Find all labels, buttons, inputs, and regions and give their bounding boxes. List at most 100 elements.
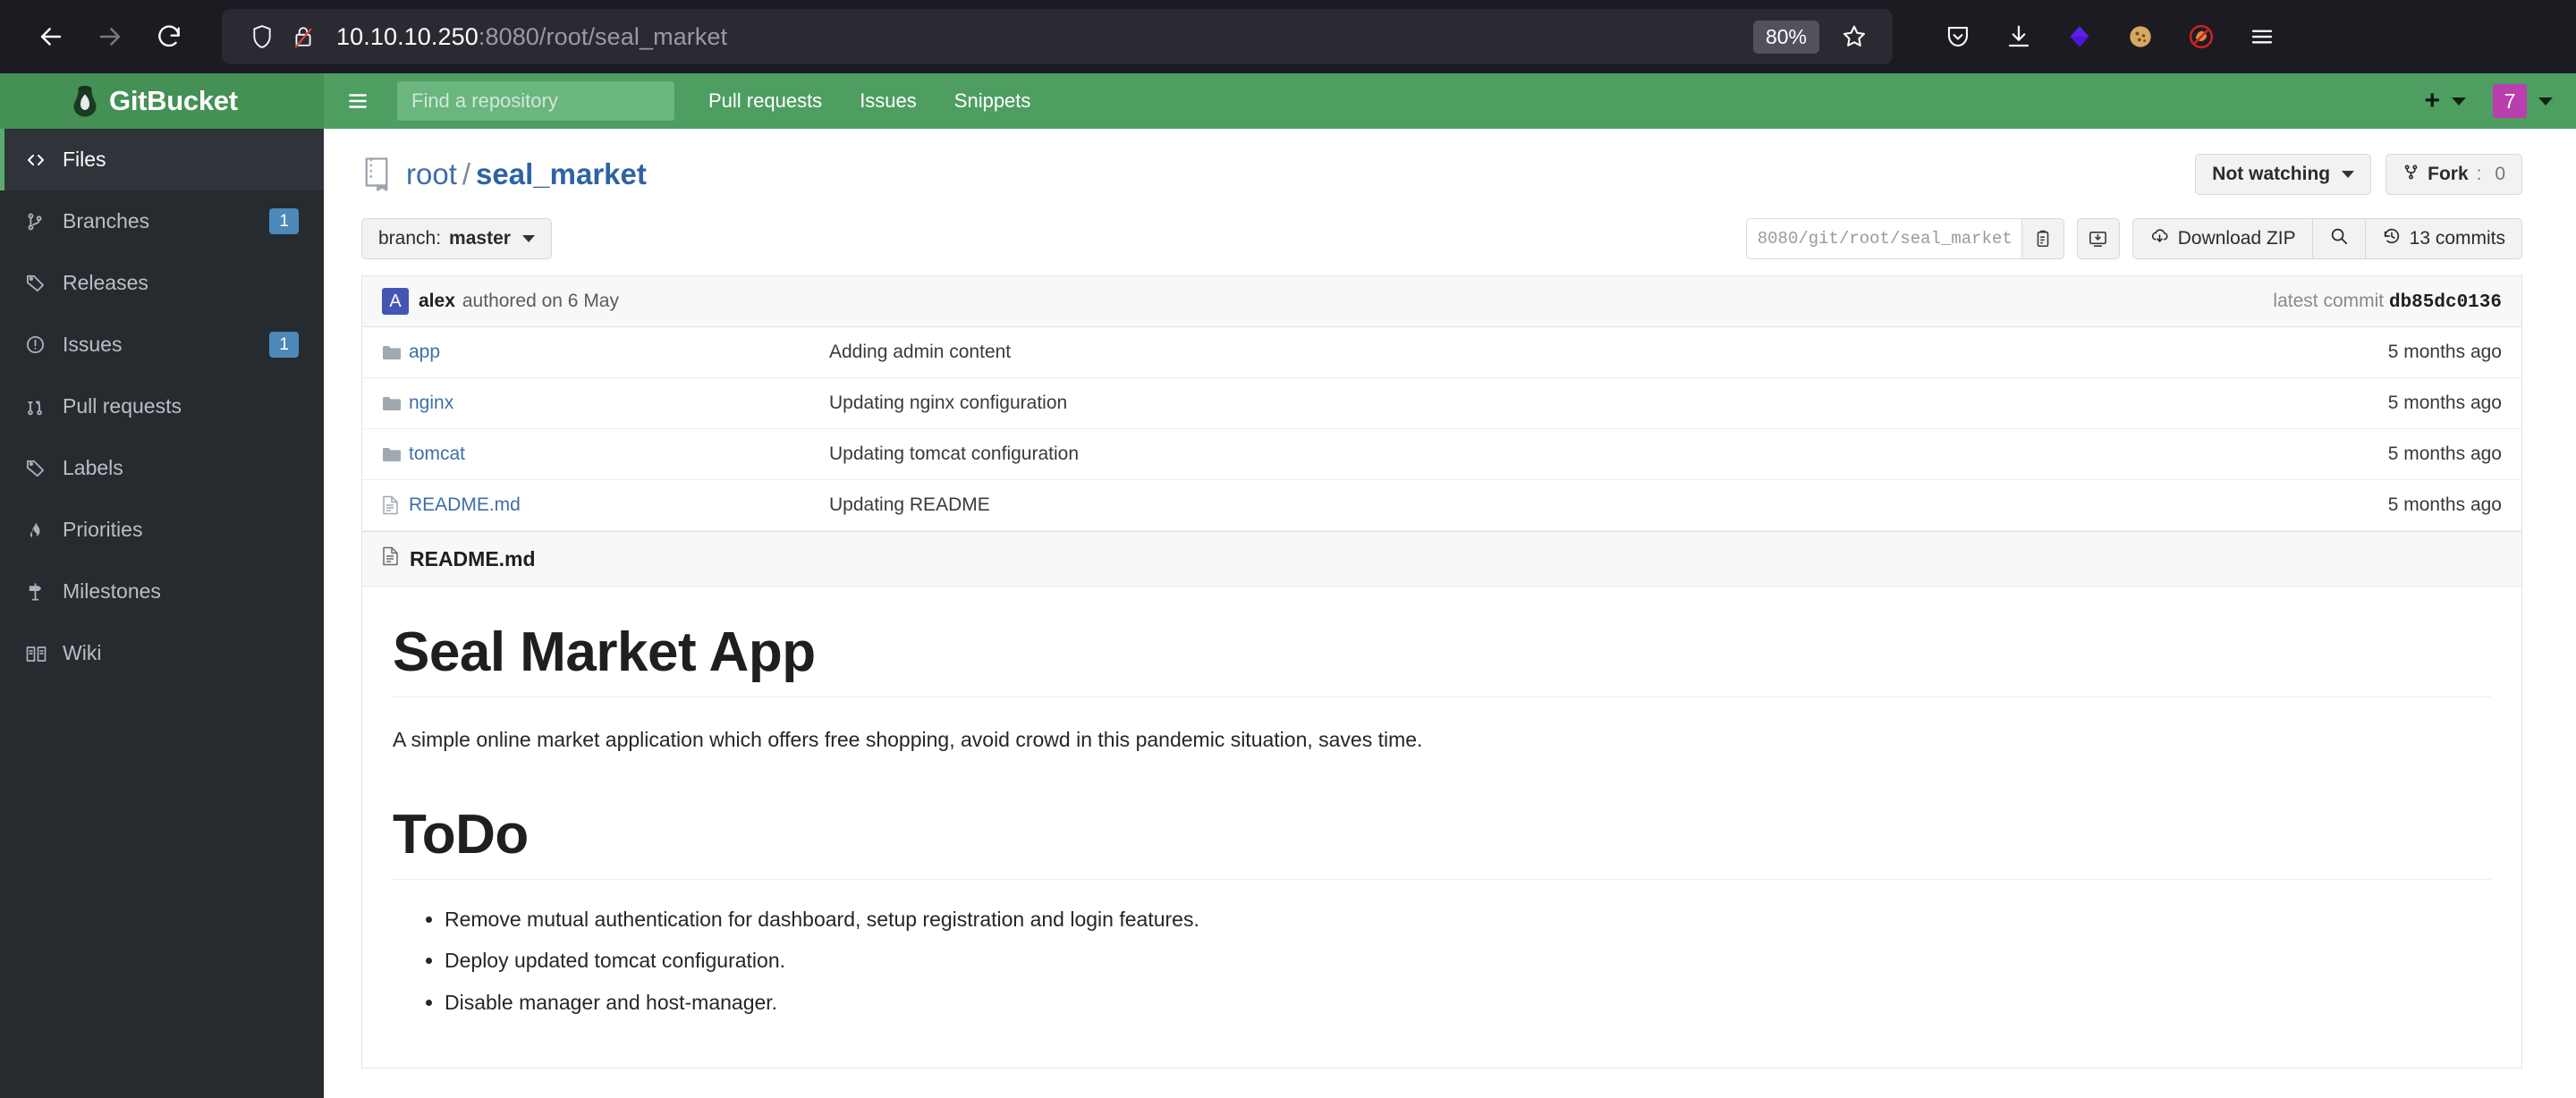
readme-heading-2: ToDo bbox=[393, 803, 2491, 880]
sidebar-item-milestones[interactable]: Milestones bbox=[0, 561, 324, 622]
repo-toolbar-group: Download ZIP 13 commits bbox=[2131, 218, 2522, 259]
sidebar-item-label: Files bbox=[63, 148, 106, 171]
shield-icon[interactable] bbox=[242, 16, 283, 57]
zoom-level-badge[interactable]: 80% bbox=[1752, 20, 1819, 54]
file-name-link[interactable]: tomcat bbox=[409, 443, 829, 465]
download-zip-button[interactable]: Download ZIP bbox=[2131, 218, 2312, 259]
repository-header: root / seal_market Not watching Fork: 0 bbox=[361, 129, 2522, 213]
branch-selector[interactable]: branch: master bbox=[361, 218, 552, 259]
file-name-link[interactable]: nginx bbox=[409, 393, 829, 414]
downloads-icon[interactable] bbox=[1993, 11, 2045, 63]
folder-icon bbox=[382, 344, 409, 361]
sidebar-item-releases[interactable]: Releases bbox=[0, 252, 324, 314]
address-bar[interactable]: 10.10.10.250:8080/root/seal_market 80% bbox=[222, 9, 1893, 64]
commit-time: 5 months ago bbox=[2387, 494, 2502, 515]
folder-icon bbox=[382, 446, 409, 463]
repo-owner-link[interactable]: root bbox=[406, 157, 457, 190]
latest-commit-hash[interactable]: db85dc0136 bbox=[2389, 292, 2502, 313]
file-name-link[interactable]: app bbox=[409, 342, 829, 363]
list-item: Remove mutual authentication for dashboa… bbox=[445, 907, 2491, 933]
url-host: 10.10.10.250 bbox=[336, 22, 479, 50]
file-icon bbox=[382, 546, 399, 571]
todo-list: Remove mutual authentication for dashboa… bbox=[445, 907, 2491, 1016]
search-icon bbox=[2329, 226, 2349, 251]
latest-commit-bar: A alex authored on 6 May latest commit d… bbox=[361, 275, 2522, 326]
lock-crossed-icon[interactable] bbox=[283, 16, 324, 57]
forward-arrow-icon[interactable] bbox=[82, 9, 138, 64]
sidebar-item-labels[interactable]: Labels bbox=[0, 437, 324, 499]
commit-time: 5 months ago bbox=[2387, 443, 2502, 464]
user-menu-chevron-down-icon[interactable] bbox=[2538, 97, 2553, 106]
watch-button[interactable]: Not watching bbox=[2195, 154, 2372, 195]
readme-filename: README.md bbox=[410, 546, 536, 570]
table-row[interactable]: README.md Updating README 5 months ago bbox=[362, 480, 2521, 531]
list-item: Disable manager and host-manager. bbox=[445, 990, 2491, 1016]
latest-commit-label: latest commit bbox=[2273, 290, 2385, 311]
page-body: Files Branches 1 Releases Issues 1 Pull … bbox=[0, 129, 2576, 1098]
table-row[interactable]: app Adding admin content 5 months ago bbox=[362, 327, 2521, 378]
file-name-link[interactable]: README.md bbox=[409, 494, 829, 516]
star-icon[interactable] bbox=[1830, 13, 1878, 61]
sidebar-item-label: Milestones bbox=[63, 579, 161, 603]
readme-heading-1: Seal Market App bbox=[393, 621, 2491, 697]
avatar: A bbox=[382, 288, 409, 315]
sidebar-item-issues[interactable]: Issues 1 bbox=[0, 314, 324, 376]
sidebar-item-pull-requests[interactable]: Pull requests bbox=[0, 376, 324, 437]
sidebar-item-label: Branches bbox=[63, 209, 150, 232]
foxyproxy-disabled-icon[interactable] bbox=[2175, 11, 2227, 63]
clipboard-copy-icon[interactable] bbox=[2021, 218, 2064, 259]
chevron-down-icon bbox=[521, 235, 535, 242]
new-item-chevron-down-icon[interactable] bbox=[2452, 97, 2466, 106]
clone-url-input[interactable] bbox=[1745, 218, 2021, 259]
commits-label: 13 commits bbox=[2409, 228, 2505, 249]
issue-opened-icon bbox=[25, 334, 50, 355]
watch-button-label: Not watching bbox=[2212, 164, 2331, 184]
tag-icon bbox=[25, 458, 50, 478]
nav-link-issues[interactable]: Issues bbox=[860, 89, 917, 113]
sidebar-item-priorities[interactable]: Priorities bbox=[0, 499, 324, 561]
branch-toolbar-right: Download ZIP 13 commits bbox=[1745, 218, 2522, 259]
main-content: root / seal_market Not watching Fork: 0 br… bbox=[324, 129, 2576, 1098]
purple-diamond-extension-icon[interactable] bbox=[2054, 11, 2106, 63]
download-to-desktop-icon[interactable] bbox=[2076, 218, 2120, 259]
new-item-plus-icon[interactable]: + bbox=[2424, 88, 2440, 114]
table-row[interactable]: tomcat Updating tomcat configuration 5 m… bbox=[362, 429, 2521, 480]
app-menu-icon[interactable] bbox=[2236, 11, 2288, 63]
table-row[interactable]: nginx Updating nginx configuration 5 mon… bbox=[362, 378, 2521, 429]
nav-link-snippets[interactable]: Snippets bbox=[954, 89, 1031, 113]
sidebar-item-label: Labels bbox=[63, 456, 123, 479]
sidebar-item-label: Pull requests bbox=[63, 394, 182, 418]
tag-icon bbox=[25, 273, 50, 293]
commit-time: 5 months ago bbox=[2387, 342, 2502, 362]
back-arrow-icon[interactable] bbox=[23, 9, 79, 64]
reload-icon[interactable] bbox=[141, 9, 197, 64]
repo-name-link[interactable]: seal_market bbox=[476, 157, 647, 190]
sidebar-item-files[interactable]: Files bbox=[0, 129, 324, 190]
search-button[interactable] bbox=[2311, 218, 2365, 259]
sidebar-item-wiki[interactable]: Wiki bbox=[0, 622, 324, 684]
readme-header: README.md bbox=[361, 531, 2522, 587]
status-badge: 1 bbox=[269, 207, 299, 235]
clone-url-group bbox=[1745, 218, 2064, 259]
gitbucket-logo-icon bbox=[73, 86, 97, 117]
commits-button[interactable]: 13 commits bbox=[2364, 218, 2522, 259]
search-input[interactable] bbox=[397, 81, 674, 121]
history-icon bbox=[2382, 226, 2402, 251]
nav-link-pull-requests[interactable]: Pull requests bbox=[708, 89, 822, 113]
readme-paragraph: A simple online market application which… bbox=[393, 728, 1423, 751]
hamburger-menu-icon[interactable] bbox=[333, 73, 383, 129]
user-avatar[interactable]: 7 bbox=[2493, 84, 2527, 118]
cookie-extension-icon[interactable] bbox=[2114, 11, 2166, 63]
gitbucket-brand[interactable]: GitBucket bbox=[0, 73, 324, 129]
sidebar-item-branches[interactable]: Branches 1 bbox=[0, 190, 324, 252]
fork-button[interactable]: Fork: 0 bbox=[2385, 154, 2522, 195]
git-fork-icon bbox=[2402, 163, 2419, 187]
commit-message: Adding admin content bbox=[829, 342, 1012, 362]
latest-commit-info: latest commit db85dc0136 bbox=[2273, 291, 2502, 313]
repository-actions: Not watching Fork: 0 bbox=[2195, 154, 2522, 195]
pocket-icon[interactable] bbox=[1932, 11, 1984, 63]
list-item: Deploy updated tomcat configuration. bbox=[445, 948, 2491, 974]
gitbucket-header: GitBucket Pull requests Issues Snippets … bbox=[0, 73, 2576, 129]
commit-author[interactable]: alex bbox=[419, 291, 455, 312]
download-zip-label: Download ZIP bbox=[2177, 228, 2296, 249]
